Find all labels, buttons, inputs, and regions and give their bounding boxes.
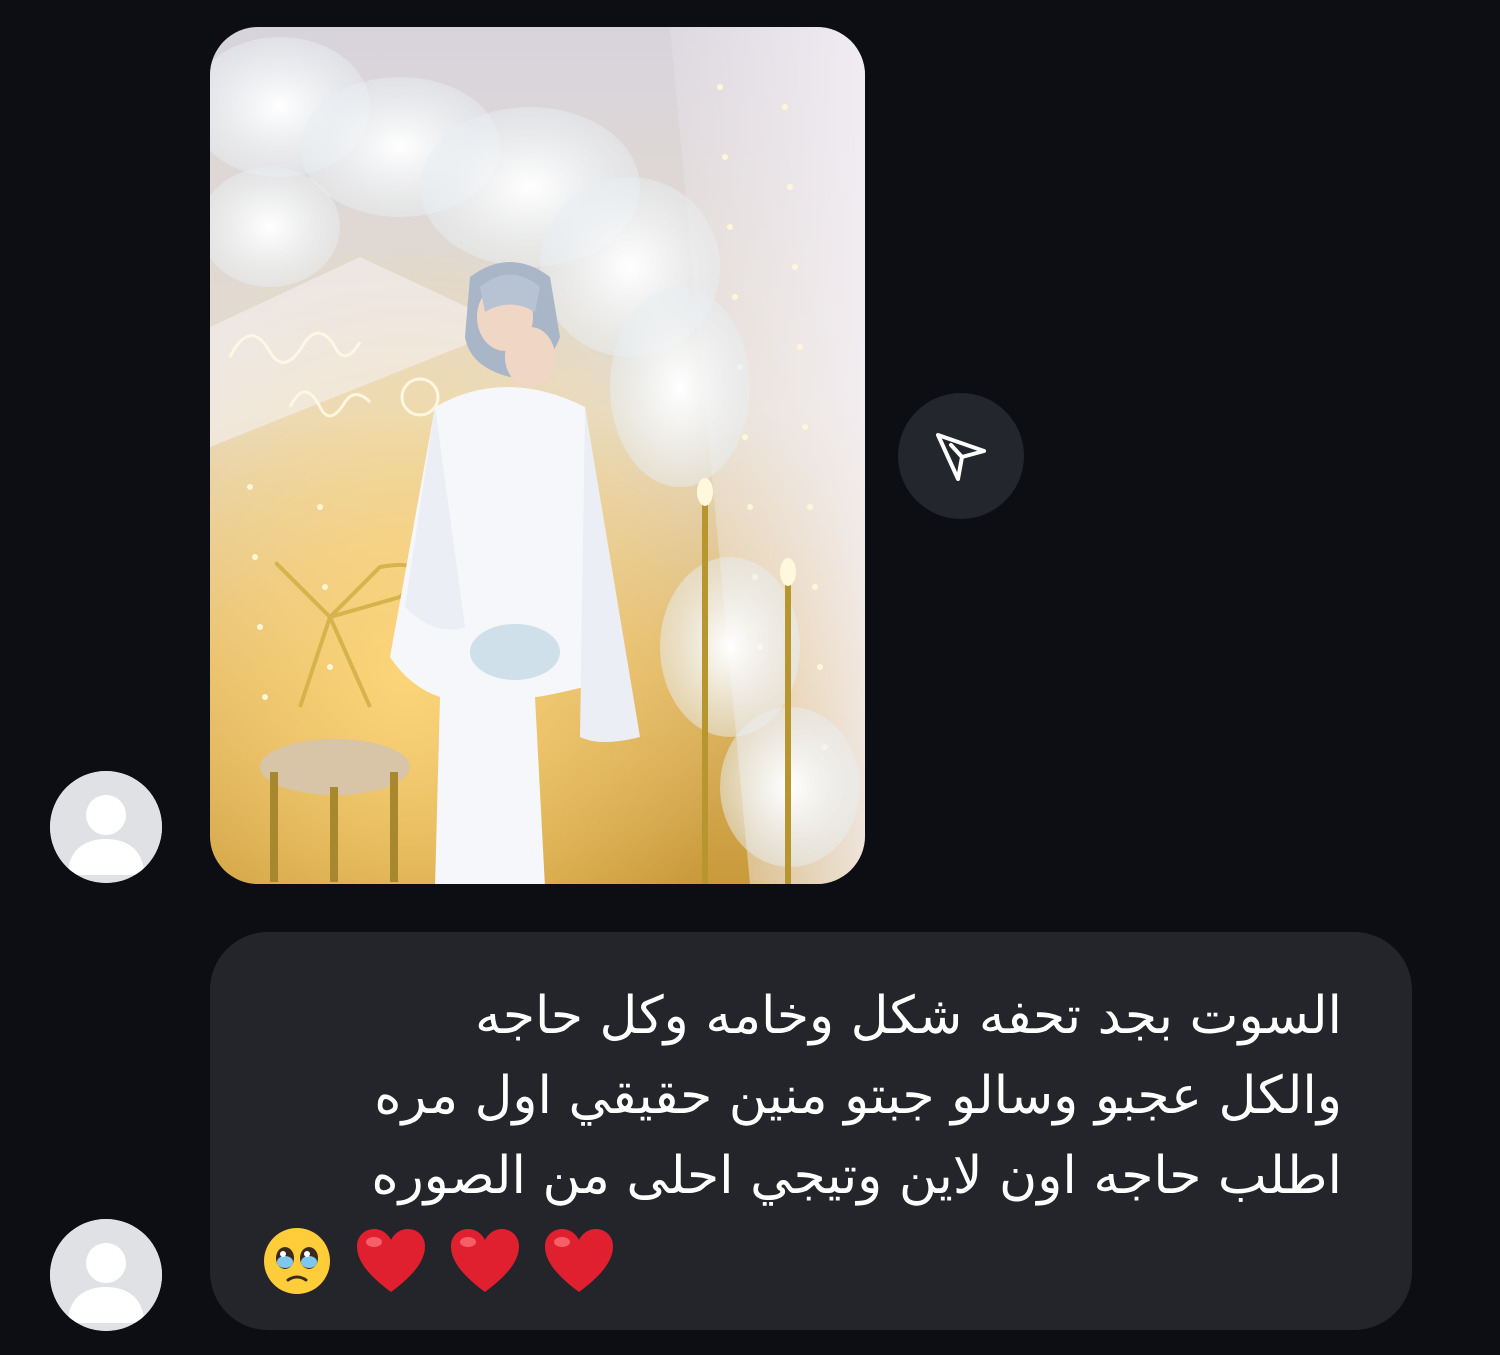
share-button[interactable] xyxy=(898,393,1024,519)
default-user-avatar-icon xyxy=(50,771,162,883)
chat-screen: السوت بجد تحفه شكل وخامه وكل حاجه والكل … xyxy=(0,0,1500,1355)
photo-image xyxy=(210,27,865,884)
message-body: السوت بجد تحفه شكل وخامه وكل حاجه والكل … xyxy=(260,976,1342,1216)
sender-avatar[interactable] xyxy=(50,771,162,883)
message-line: السوت بجد تحفه شكل وخامه وكل حاجه xyxy=(475,986,1342,1046)
message-line: والكل عجبو وسالو جبتو منين حقيقي اول مره xyxy=(374,1066,1342,1126)
holding-back-tears-face-icon xyxy=(260,1226,334,1296)
heart-icon xyxy=(542,1226,616,1296)
sender-avatar[interactable] xyxy=(50,1219,162,1331)
emoji-row xyxy=(260,1226,1342,1296)
message-line: اطلب حاجه اون لاين وتيجي احلى من الصوره xyxy=(371,1146,1342,1206)
heart-icon xyxy=(448,1226,522,1296)
text-message[interactable]: السوت بجد تحفه شكل وخامه وكل حاجه والكل … xyxy=(210,932,1412,1330)
heart-icon xyxy=(354,1226,428,1296)
photo-message[interactable] xyxy=(210,27,865,884)
send-paper-plane-icon xyxy=(936,433,986,481)
default-user-avatar-icon xyxy=(50,1219,162,1331)
